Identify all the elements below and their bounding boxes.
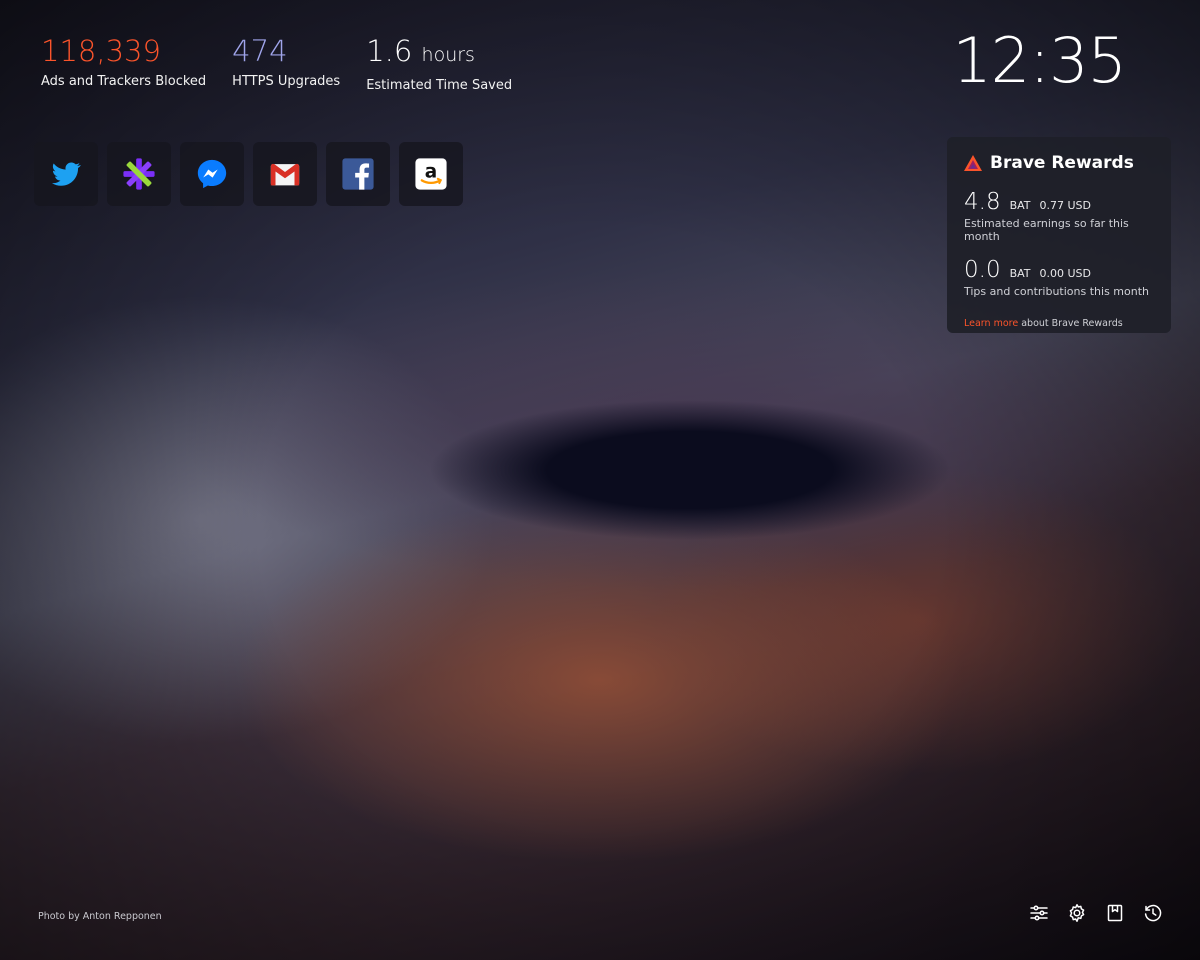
top-sites: a: [34, 142, 463, 206]
stat-time-value: 1.6: [366, 34, 413, 68]
messenger-icon: [197, 159, 227, 189]
tips-currency: BAT: [1009, 267, 1031, 280]
top-site-twitter[interactable]: [34, 142, 98, 206]
stat-time-label: Estimated Time Saved: [366, 78, 513, 93]
clock: 12:35: [952, 24, 1127, 97]
rewards-title: Brave Rewards: [990, 153, 1134, 173]
rewards-header: Brave Rewards: [964, 153, 1154, 173]
stat-time-saved: 1.6 hours Estimated Time Saved: [366, 30, 512, 93]
brave-rewards-widget: Brave Rewards 4.8 BAT 0.77 USD Estimated…: [947, 137, 1171, 333]
learn-more-link[interactable]: Learn more: [964, 318, 1018, 329]
stat-trackers-value: 118,339: [41, 34, 161, 68]
stat-time-unit: hours: [421, 44, 475, 66]
rewards-tips: 0.0 BAT 0.00 USD Tips and contributions …: [964, 257, 1154, 298]
top-site-amazon[interactable]: a: [399, 142, 463, 206]
bottom-controls: [1028, 902, 1164, 924]
rewards-earnings-line: 4.8 BAT 0.77 USD: [964, 189, 1154, 215]
tips-usd: 0.00 USD: [1039, 267, 1092, 280]
facebook-icon: [342, 158, 374, 190]
stat-https-value: 474: [232, 34, 288, 68]
etrade-icon: [123, 158, 155, 190]
customize-icon: [1030, 905, 1048, 921]
top-site-etrade[interactable]: [107, 142, 171, 206]
learn-more-text: about Brave Rewards: [1021, 318, 1123, 329]
rewards-learn-more: Learn more about Brave Rewards: [964, 318, 1154, 329]
history-button[interactable]: [1142, 902, 1164, 924]
top-site-facebook[interactable]: [326, 142, 390, 206]
bookmarks-button[interactable]: [1104, 902, 1126, 924]
earnings-usd: 0.77 USD: [1039, 199, 1092, 212]
customize-button[interactable]: [1028, 902, 1050, 924]
tips-description: Tips and contributions this month: [964, 285, 1150, 298]
stat-time-value-wrap: 1.6 hours: [366, 30, 512, 76]
stats-bar: 118,339 Ads and Trackers Blocked 474 HTT…: [41, 30, 512, 93]
tips-amount: 0.0: [964, 257, 1001, 283]
earnings-description: Estimated earnings so far this month: [964, 217, 1129, 243]
bat-logo-icon: [964, 155, 982, 171]
gmail-icon: [270, 163, 300, 186]
top-site-gmail[interactable]: [253, 142, 317, 206]
stat-https-upgrades: 474 HTTPS Upgrades: [232, 30, 340, 93]
top-site-messenger[interactable]: [180, 142, 244, 206]
svg-text:a: a: [425, 162, 437, 183]
bookmarks-icon: [1107, 904, 1123, 922]
rewards-tips-line: 0.0 BAT 0.00 USD: [964, 257, 1154, 283]
earnings-amount: 4.8: [964, 189, 1001, 215]
amazon-icon: a: [415, 158, 447, 190]
stat-trackers-label: Ads and Trackers Blocked: [41, 74, 207, 89]
settings-icon: [1069, 904, 1085, 922]
stat-https-label: HTTPS Upgrades: [232, 74, 341, 89]
stat-trackers-blocked: 118,339 Ads and Trackers Blocked: [41, 30, 206, 93]
history-icon: [1144, 904, 1162, 922]
twitter-icon: [51, 162, 81, 186]
settings-button[interactable]: [1066, 902, 1088, 924]
photo-credit: Photo by Anton Repponen: [38, 911, 162, 922]
earnings-currency: BAT: [1009, 199, 1031, 212]
rewards-earnings: 4.8 BAT 0.77 USD Estimated earnings so f…: [964, 189, 1154, 243]
